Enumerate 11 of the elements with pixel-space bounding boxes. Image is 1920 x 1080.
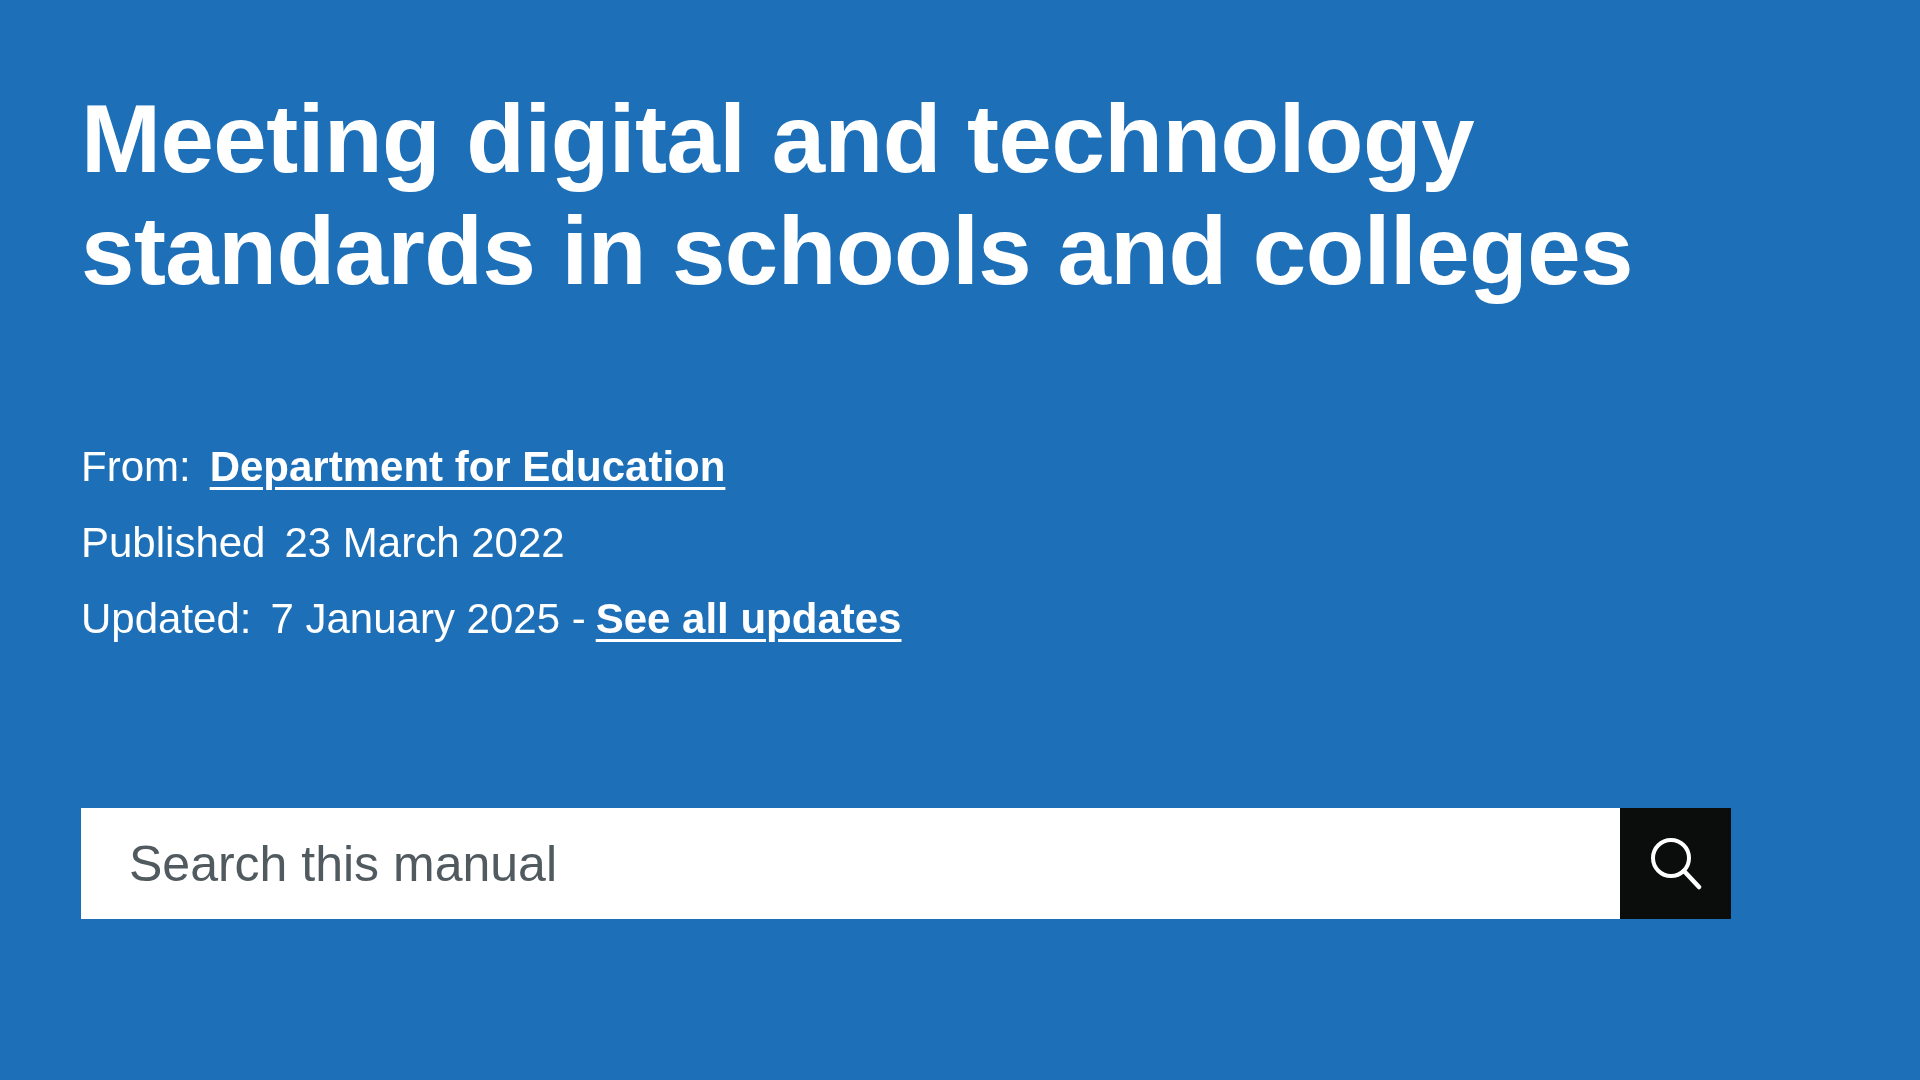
search-button[interactable]: [1620, 808, 1731, 919]
metadata-label: Updated:: [81, 594, 252, 644]
metadata-label: From:: [81, 442, 191, 492]
search-field[interactable]: Search this manual: [81, 808, 1620, 919]
search-icon: [1649, 837, 1702, 890]
page-title: Meeting digital and technology standards in schools and colleges: [81, 84, 1634, 306]
metadata-link[interactable]: Department for Education: [209, 429, 726, 505]
metadata-value: 23 March 2022: [284, 518, 565, 568]
metadata-link[interactable]: See all updates: [595, 581, 902, 657]
metadata-label: Published: [81, 518, 266, 568]
metadata-value: 7 January 2025 -: [270, 594, 586, 644]
